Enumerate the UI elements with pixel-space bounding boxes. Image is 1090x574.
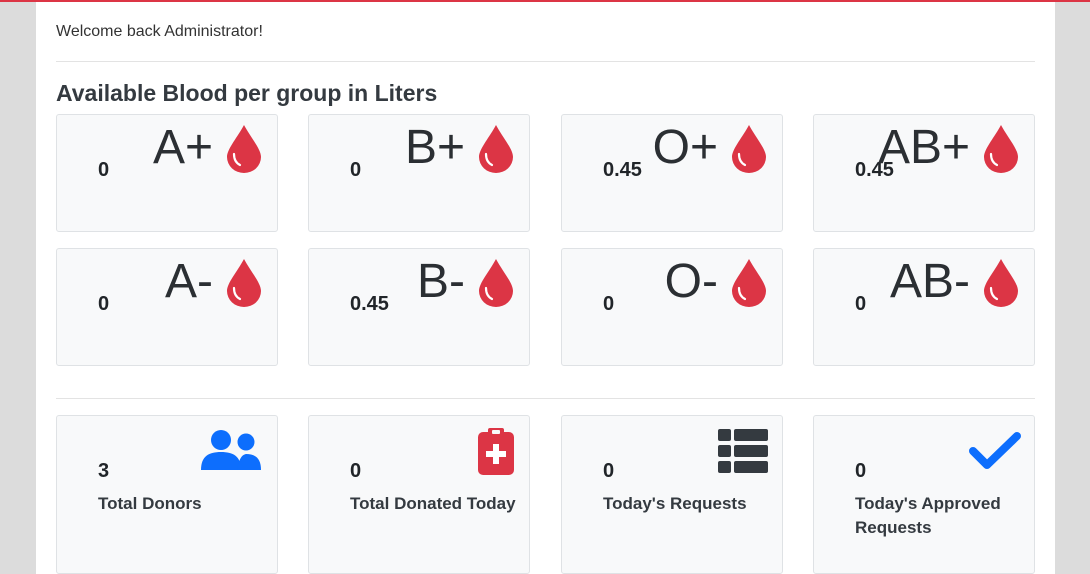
stat-card-total-donated: 0 Total Donated Today bbox=[308, 415, 530, 574]
blood-card-o-neg: 0 O- bbox=[561, 248, 783, 366]
blood-group-label: AB+ bbox=[877, 121, 970, 174]
blood-card-a-pos: 0 A+ bbox=[56, 114, 278, 232]
blood-value: 0 bbox=[98, 293, 110, 315]
stat-label: Today's Approved Requests bbox=[855, 494, 1001, 537]
stat-card-approved-requests: 0 Today's Approved Requests bbox=[813, 415, 1035, 574]
blood-group-label: B+ bbox=[404, 121, 465, 174]
blood-value: 0 bbox=[350, 159, 362, 181]
blood-drop-icon bbox=[732, 125, 766, 173]
blood-drop-icon bbox=[984, 259, 1018, 307]
list-icon bbox=[718, 429, 768, 473]
section-title: Available Blood per group in Liters bbox=[56, 80, 438, 106]
blood-group-label: A- bbox=[165, 255, 213, 308]
check-icon bbox=[969, 432, 1021, 469]
blood-group-label: A+ bbox=[152, 121, 213, 174]
divider bbox=[56, 398, 1035, 399]
blood-drop-icon bbox=[984, 125, 1018, 173]
blood-group-label: O+ bbox=[652, 121, 718, 174]
users-icon bbox=[201, 430, 261, 470]
blood-value: 0 bbox=[98, 159, 110, 181]
stat-value: 0 bbox=[855, 460, 867, 482]
divider bbox=[56, 61, 1035, 62]
stat-label: Today's Requests bbox=[603, 494, 747, 513]
stat-card-total-donors: 3 Total Donors bbox=[56, 415, 278, 574]
blood-group-label: B- bbox=[417, 255, 465, 308]
dashboard-panel: Welcome back Administrator! Available Bl… bbox=[36, 2, 1055, 574]
blood-card-ab-pos: 0.45 AB+ bbox=[813, 114, 1035, 232]
blood-value: 0 bbox=[855, 293, 867, 315]
blood-card-ab-neg: 0 AB- bbox=[813, 248, 1035, 366]
stat-value: 3 bbox=[98, 460, 110, 482]
stat-value: 0 bbox=[350, 460, 362, 482]
blood-drop-icon bbox=[227, 125, 261, 173]
clipboard-medical-icon bbox=[478, 428, 514, 475]
blood-card-b-pos: 0 B+ bbox=[308, 114, 530, 232]
blood-value: 0.45 bbox=[603, 159, 642, 181]
blood-card-o-pos: 0.45 O+ bbox=[561, 114, 783, 232]
blood-value: 0 bbox=[603, 293, 615, 315]
blood-group-label: O- bbox=[664, 255, 718, 308]
blood-group-label: AB- bbox=[889, 255, 970, 308]
welcome-message: Welcome back Administrator! bbox=[56, 23, 263, 40]
stat-card-todays-requests: 0 Today's Requests bbox=[561, 415, 783, 574]
blood-drop-icon bbox=[732, 259, 766, 307]
blood-card-a-neg: 0 A- bbox=[56, 248, 278, 366]
stat-value: 0 bbox=[603, 460, 615, 482]
blood-drop-icon bbox=[479, 125, 513, 173]
blood-card-b-neg: 0.45 B- bbox=[308, 248, 530, 366]
blood-value: 0.45 bbox=[350, 293, 389, 315]
stat-label: Total Donors bbox=[98, 494, 202, 513]
stat-label: Total Donated Today bbox=[350, 494, 516, 513]
blood-drop-icon bbox=[227, 259, 261, 307]
blood-drop-icon bbox=[479, 259, 513, 307]
